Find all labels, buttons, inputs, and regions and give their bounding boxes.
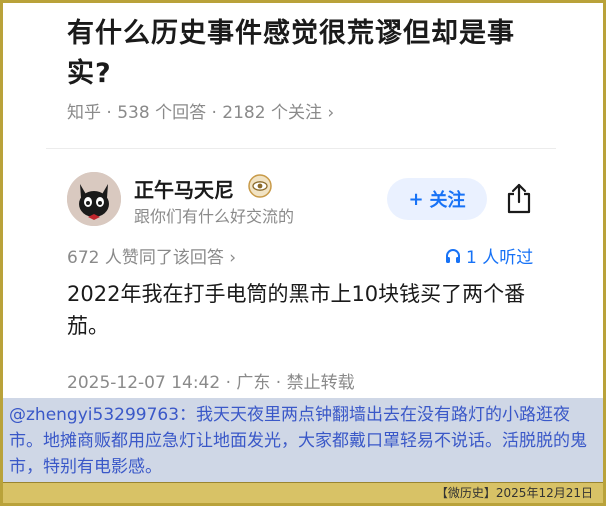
divider <box>46 148 556 149</box>
plus-icon: + <box>408 188 424 210</box>
headphones-icon <box>446 248 460 263</box>
upvote-count[interactable]: 672 人赞同了该回答 › <box>67 243 236 268</box>
follow-button[interactable]: + 关注 <box>387 178 487 220</box>
black-cat-avatar-icon <box>67 172 121 226</box>
comment-overlay: @zhengyi53299763：我天天夜里两点钟翻墙出去在没有路灯的小路逛夜市… <box>3 398 603 482</box>
answer-meta: 2025-12-07 14:42 · 广东 · 禁止转载 <box>67 373 355 393</box>
eye-badge-icon <box>248 174 272 198</box>
answer-text: 2022年我在打手电筒的黑市上10块钱买了两个番茄。 <box>67 282 526 338</box>
listen-button[interactable]: 1 人听过 <box>444 243 533 268</box>
author-name[interactable]: 正午马天尼 <box>134 174 234 203</box>
listen-count: 1 人听过 <box>466 248 534 268</box>
share-icon[interactable] <box>505 182 533 214</box>
footer-source: 【微历史】2025年12月21日 <box>3 482 603 503</box>
author-bio: 跟你们有什么好交流的 <box>134 207 295 226</box>
avatar[interactable] <box>67 172 121 226</box>
question-title[interactable]: 有什么历史事件感觉很荒谬但却是事实? <box>67 14 537 94</box>
follow-label: 关注 <box>429 190 466 211</box>
question-meta[interactable]: 知乎 · 538 个回答 · 2182 个关注 › <box>67 98 334 123</box>
